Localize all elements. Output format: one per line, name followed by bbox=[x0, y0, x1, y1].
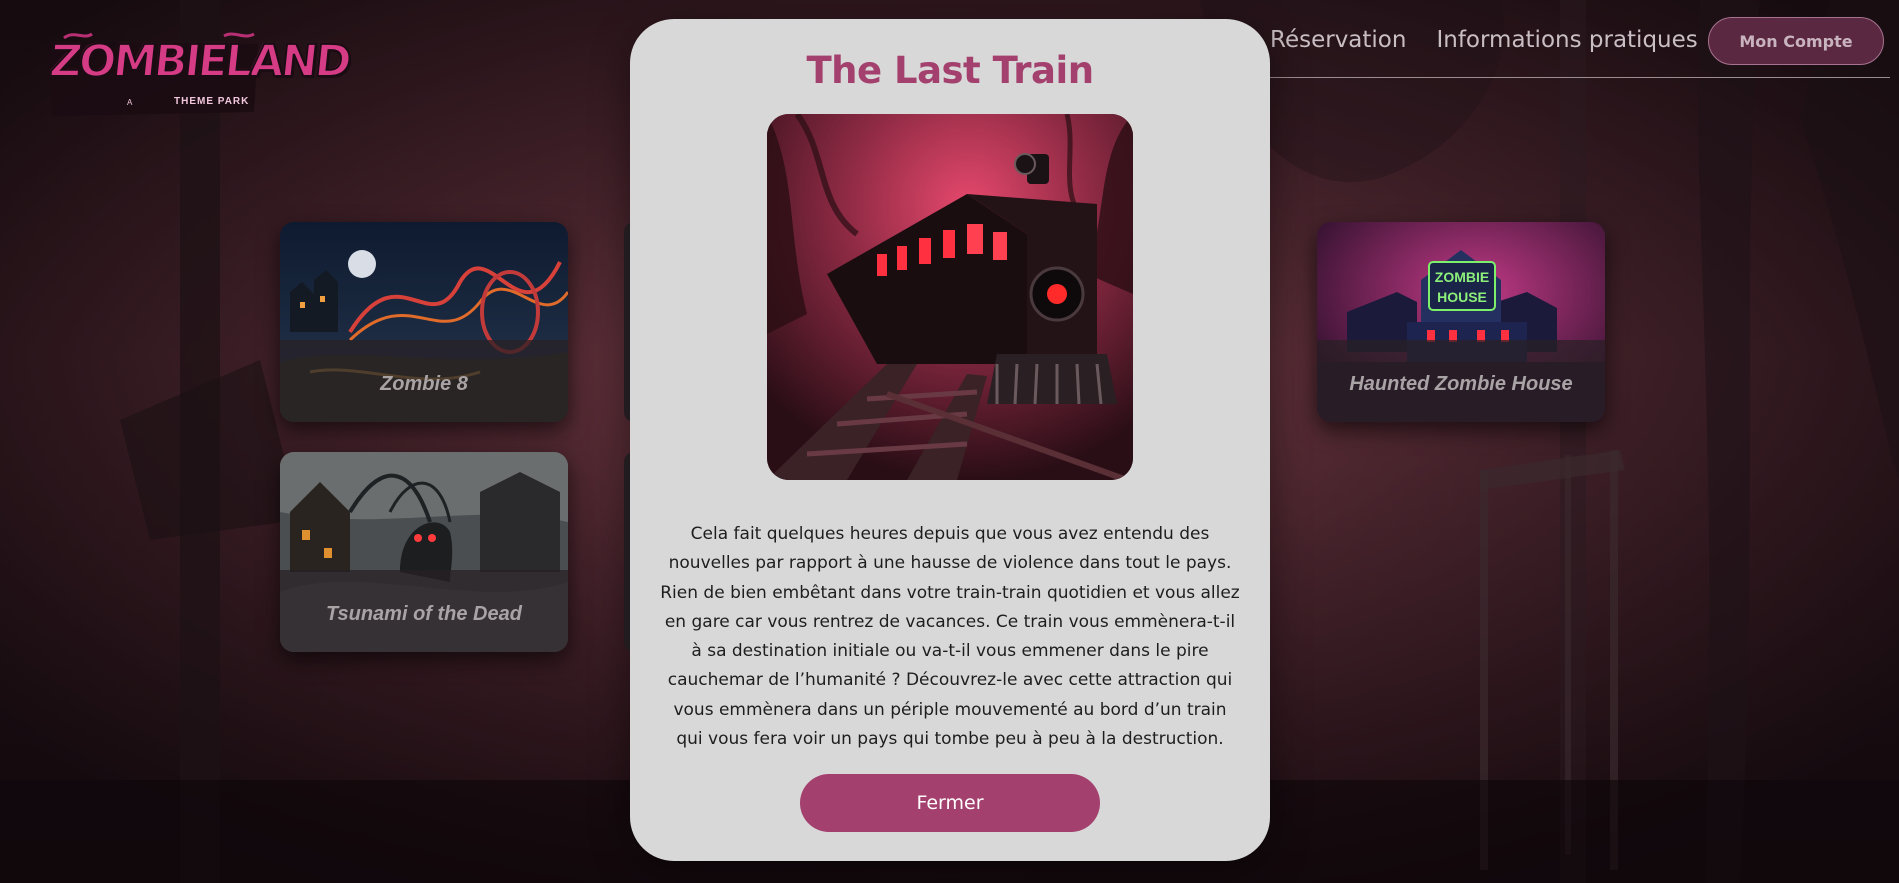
card-title: Haunted Zombie House bbox=[1349, 373, 1573, 395]
logo-article: A bbox=[127, 98, 133, 107]
nav-reservation[interactable]: Réservation bbox=[1270, 27, 1406, 53]
attraction-card-tsunami-of-the-dead[interactable]: Tsunami of the Dead bbox=[280, 452, 568, 652]
modal-title: The Last Train bbox=[806, 49, 1094, 92]
logo-wordmark: ZOMBIELAND bbox=[46, 35, 352, 88]
card-title: Zombie 8 bbox=[380, 373, 468, 395]
attraction-image bbox=[767, 114, 1133, 480]
attraction-description: Cela fait quelques heures depuis que vou… bbox=[660, 524, 1240, 750]
attraction-modal: The Last Train Cela fait quelques heures… bbox=[630, 19, 1270, 861]
zombieland-logo[interactable]: ZOMBIELAND A THEME PARK bbox=[44, 30, 352, 120]
attraction-card-haunted-zombie-house[interactable]: ZOMBIE HOUSE Haunted Zombie House bbox=[1317, 222, 1605, 422]
card-title: Tsunami of the Dead bbox=[326, 603, 522, 625]
zombie-house-sign-line-2: HOUSE bbox=[1437, 289, 1487, 305]
nav-underline bbox=[1268, 77, 1890, 78]
logo-subtitle: THEME PARK bbox=[174, 96, 250, 107]
close-button[interactable]: Fermer bbox=[800, 774, 1100, 832]
main-navigation: Réservation Informations pratiques bbox=[1270, 16, 1728, 64]
account-button[interactable]: Mon Compte bbox=[1708, 17, 1884, 65]
attraction-card-zombie-8[interactable]: Zombie 8 bbox=[280, 222, 568, 422]
nav-informations-pratiques[interactable]: Informations pratiques bbox=[1436, 27, 1697, 53]
zombie-house-sign-line-1: ZOMBIE bbox=[1435, 269, 1489, 285]
